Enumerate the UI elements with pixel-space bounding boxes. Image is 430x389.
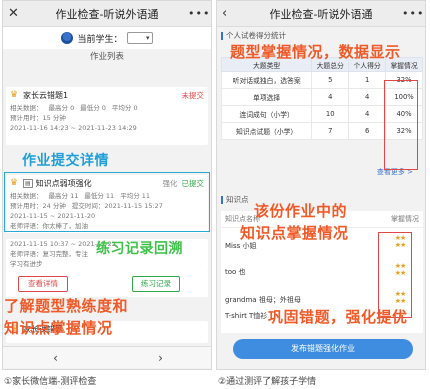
- navbar-right: ‹ 作业检查-听说外语通 •••: [217, 1, 425, 27]
- section-knowledge-label: 知识点: [226, 195, 249, 204]
- student-selector-row: 当前学生： ▾: [3, 27, 211, 49]
- section-title: 作业列表: [3, 49, 211, 65]
- pager: ‹ ›: [3, 346, 211, 368]
- section-bar-icon: [221, 195, 223, 204]
- annotation-submit-detail: 作业提交详情: [22, 153, 109, 169]
- trophy-icon: ♛: [10, 90, 19, 100]
- nav-title-left: 作业检查-听说外语通: [55, 7, 159, 21]
- annotation-kp-1: 该份作业中的: [254, 202, 348, 220]
- card1-max: 最高分 0: [48, 104, 75, 112]
- annotation-understand-1: 了解题型熟练度和: [4, 297, 129, 315]
- back-icon[interactable]: ✕: [8, 6, 24, 22]
- annotation-mastery: 题型掌握情况，数据显示: [230, 43, 401, 61]
- student-label: 当前学生：: [77, 34, 123, 45]
- cell: 连词成句（小学）: [220, 105, 313, 123]
- kp-header-mastery: 掌握情况: [391, 215, 419, 223]
- cell: 知识点试题（小学）: [220, 122, 313, 140]
- cell: 10: [311, 105, 350, 123]
- kp-item: grandma 祖母；外祖母: [225, 296, 301, 304]
- card1-head: ♛ 家长云错题1 未提交: [6, 87, 208, 103]
- homework-card-1[interactable]: ♛ 家长云错题1 未提交 相关数据： 最高分 0 最低分 0 平均分 0 预计用…: [6, 87, 208, 145]
- page: ✕ 作业检查-听说外语通 ••• 当前学生： ▾ 作业列表 ♛ 家长云错题1 未…: [0, 0, 430, 389]
- cell: 1: [348, 71, 387, 89]
- section-bar-icon: [221, 31, 223, 40]
- pager-next-icon[interactable]: ›: [158, 351, 163, 365]
- caption-right: ②通过测评了解孩子学情: [218, 377, 317, 387]
- cell: 4: [311, 88, 350, 106]
- card1-min: 最低分 0: [80, 104, 106, 112]
- kp-item: T-shirt T恤衫: [225, 312, 268, 320]
- cell: 单项选择: [220, 88, 313, 106]
- practice-record-button[interactable]: 练习记录: [132, 276, 180, 292]
- cell: 听对话或独白，选答案: [220, 71, 313, 89]
- card1-stats-label: 相关数据：: [10, 104, 43, 112]
- caption-left: ①家长微信端-测评检查: [4, 377, 97, 387]
- cell: 6: [348, 122, 387, 140]
- publish-reinforce-button[interactable]: 发布错题强化作业: [233, 339, 413, 359]
- highlight-box-card2: [4, 172, 210, 232]
- cell: 7: [311, 122, 350, 140]
- card3-comment-2: 学习有进步: [10, 260, 43, 268]
- student-select[interactable]: ▾: [126, 32, 153, 44]
- more-icon[interactable]: •••: [188, 6, 209, 22]
- kp-item: too 也: [225, 268, 246, 276]
- annotation-reinforce: 巩固错题，强化提优: [268, 308, 408, 326]
- school-logo-icon: [61, 32, 74, 44]
- view-details-button[interactable]: 查看详情: [18, 276, 68, 292]
- cell: 4: [348, 105, 387, 123]
- card1-status: 未提交: [181, 90, 205, 100]
- cell: 5: [311, 71, 350, 89]
- card1-duration: 预计用时：15 分钟: [10, 114, 66, 122]
- back-icon[interactable]: ‹: [222, 6, 238, 22]
- card1-title: 家长云错题1: [23, 90, 69, 100]
- card1-avg: 平均分 0: [111, 104, 138, 112]
- highlight-box-mastery: [384, 80, 418, 170]
- annotation-practice-trace: 练习记录回溯: [96, 241, 183, 257]
- navbar-left: ✕ 作业检查-听说外语通 •••: [3, 1, 211, 27]
- nav-title-right: 作业检查-听说外语通: [269, 7, 373, 21]
- card-action-row: 查看详情 练习记录: [6, 271, 208, 297]
- section-knowledge: 知识点: [217, 193, 253, 206]
- annotation-understand-2: 知识点掌握情况: [4, 319, 113, 337]
- more-icon[interactable]: •••: [402, 6, 423, 22]
- card1-period: 2021-11-16 14:23 ~ 2021-11-23 14:29: [10, 124, 137, 132]
- annotation-kp-2: 知识点掌握情况: [240, 224, 349, 242]
- pager-prev-icon[interactable]: ‹: [53, 351, 58, 365]
- cell: 4: [348, 88, 387, 106]
- card1-stats: 相关数据： 最高分 0 最低分 0 平均分 0: [6, 103, 208, 113]
